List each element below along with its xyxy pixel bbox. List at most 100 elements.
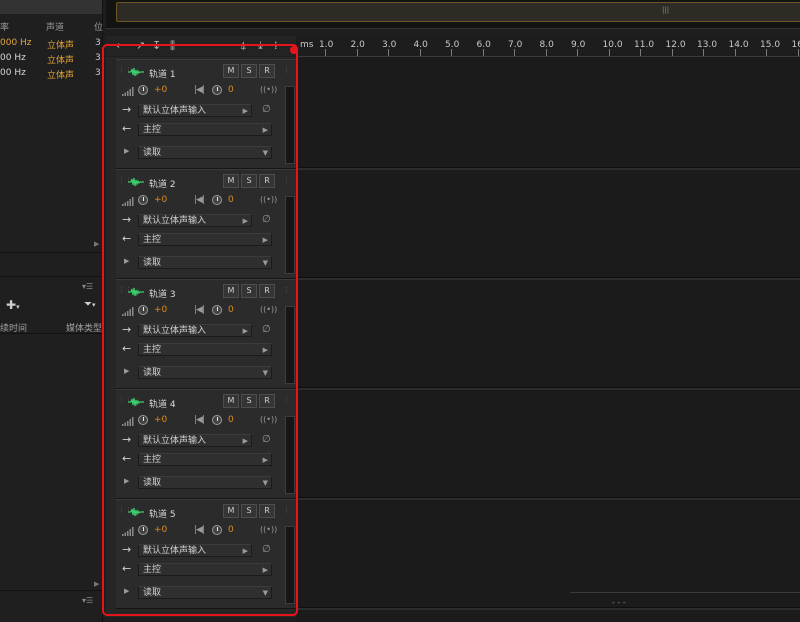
solo-button[interactable]: S — [241, 504, 257, 518]
monitor-icon[interactable]: ((•)) — [260, 195, 277, 204]
volume-knob[interactable] — [138, 305, 148, 315]
bars-icon[interactable]: ⁞ — [274, 39, 278, 52]
input-dropdown[interactable]: 默认立体声输入 ▶ — [138, 544, 252, 557]
panel-menu-icon[interactable]: ▾☰ — [82, 596, 93, 605]
pan-knob[interactable] — [212, 525, 222, 535]
input-arrow-icon[interactable]: ⟵ — [116, 39, 132, 52]
zoom-out-icon[interactable]: ⍋ — [240, 39, 247, 53]
pan-knob[interactable] — [212, 85, 222, 95]
timeline-area[interactable] — [296, 57, 800, 622]
track-menu-icon[interactable]: ⋮ — [283, 286, 290, 294]
track-header[interactable]: ⋮⋮ 轨道 4 M S R ⋮ +0 |◀| 0 ((•)) → 默认立体声输入 ▶ ∅ ← 主控 ▶ ▶ 读取 ▼ — [116, 389, 296, 499]
solo-button[interactable]: S — [241, 394, 257, 408]
header-rate[interactable]: 率 — [0, 20, 9, 33]
solo-button[interactable]: S — [241, 64, 257, 78]
record-button[interactable]: R — [259, 284, 275, 298]
phase-icon[interactable]: ∅ — [262, 544, 271, 555]
phase-icon[interactable]: ∅ — [262, 434, 271, 445]
output-dropdown[interactable]: 主控 ▶ — [138, 233, 272, 246]
mute-button[interactable]: M — [223, 174, 239, 188]
mute-button[interactable]: M — [223, 64, 239, 78]
monitor-icon[interactable]: ((•)) — [260, 305, 277, 314]
track-name[interactable]: 轨道 1 — [149, 67, 176, 80]
monitor-icon[interactable]: ((•)) — [260, 525, 277, 534]
panel-menu-icon[interactable]: ▾☰ — [82, 282, 93, 291]
fx-icon[interactable]: ↧ — [152, 39, 161, 52]
track-header[interactable]: ⋮⋮ 轨道 3 M S R ⋮ +0 |◀| 0 ((•)) → 默认立体声输入 ▶ ∅ ← 主控 ▶ ▶ 读取 ▼ — [116, 279, 296, 389]
pan-value[interactable]: 0 — [228, 85, 234, 95]
file-row[interactable]: 00 Hz 立体声 3 — [0, 51, 102, 66]
mute-button[interactable]: M — [223, 504, 239, 518]
overview-scroll-handle[interactable] — [116, 2, 800, 22]
download-icon[interactable]: ⤓ — [258, 39, 263, 53]
output-dropdown[interactable]: 主控 ▶ — [138, 563, 272, 576]
pan-knob[interactable] — [212, 415, 222, 425]
add-icon[interactable]: ✚▾ — [6, 298, 20, 312]
pan-knob[interactable] — [212, 305, 222, 315]
output-dropdown[interactable]: 主控 ▶ — [138, 123, 272, 136]
header-duration[interactable]: 续时间 — [0, 321, 27, 334]
scroll-indicator[interactable]: - - - — [612, 598, 626, 607]
volume-knob[interactable] — [138, 195, 148, 205]
input-dropdown[interactable]: 默认立体声输入 ▶ — [138, 214, 252, 227]
expand-icon[interactable]: ▶ — [124, 257, 129, 265]
file-row[interactable]: 00 Hz 立体声 3 — [0, 66, 102, 81]
pan-value[interactable]: 0 — [228, 305, 234, 315]
record-button[interactable]: R — [259, 394, 275, 408]
monitor-icon[interactable]: ((•)) — [260, 85, 277, 94]
track-name[interactable]: 轨道 3 — [149, 287, 176, 300]
expand-icon[interactable]: ▶ — [124, 367, 129, 375]
track-name[interactable]: 轨道 2 — [149, 177, 176, 190]
phase-icon[interactable]: ∅ — [262, 324, 271, 335]
funnel-icon[interactable]: ⏷▾ — [84, 299, 96, 310]
volume-value[interactable]: +0 — [154, 195, 167, 205]
send-icon[interactable]: ↗ — [136, 39, 145, 52]
mute-button[interactable]: M — [223, 284, 239, 298]
file-row[interactable]: 000 Hz 立体声 3 — [0, 36, 102, 51]
track-header[interactable]: ⋮⋮ 轨道 2 M S R ⋮ +0 |◀| 0 ((•)) → 默认立体声输入 ▶ ∅ ← 主控 ▶ ▶ 读取 ▼ — [116, 169, 296, 279]
pan-value[interactable]: 0 — [228, 415, 234, 425]
record-button[interactable]: R — [259, 64, 275, 78]
record-button[interactable]: R — [259, 174, 275, 188]
input-dropdown[interactable]: 默认立体声输入 ▶ — [138, 104, 252, 117]
expand-icon[interactable]: ▶ — [124, 587, 129, 595]
volume-value[interactable]: +0 — [154, 85, 167, 95]
header-channels[interactable]: 声道 — [46, 20, 64, 33]
solo-button[interactable]: S — [241, 284, 257, 298]
track-menu-icon[interactable]: ⋮ — [283, 66, 290, 74]
record-button[interactable]: R — [259, 504, 275, 518]
phase-icon[interactable]: ∅ — [262, 104, 271, 115]
track-name[interactable]: 轨道 4 — [149, 397, 176, 410]
header-bit[interactable]: 位 — [94, 20, 103, 33]
volume-value[interactable]: +0 — [154, 525, 167, 535]
volume-knob[interactable] — [138, 85, 148, 95]
pan-value[interactable]: 0 — [228, 195, 234, 205]
volume-knob[interactable] — [138, 415, 148, 425]
automation-dropdown[interactable]: 读取 ▼ — [138, 586, 272, 599]
automation-dropdown[interactable]: 读取 ▼ — [138, 256, 272, 269]
header-media-type[interactable]: 媒体类型 — [66, 321, 102, 334]
volume-value[interactable]: +0 — [154, 305, 167, 315]
track-menu-icon[interactable]: ⋮ — [283, 176, 290, 184]
expand-icon[interactable]: ▶ — [124, 147, 129, 155]
expand-icon[interactable]: ▶ — [124, 477, 129, 485]
track-menu-icon[interactable]: ⋮ — [283, 506, 290, 514]
track-name[interactable]: 轨道 5 — [149, 507, 176, 520]
scroll-right-icon[interactable]: ▶ — [94, 240, 99, 248]
track-menu-icon[interactable]: ⋮ — [283, 396, 290, 404]
input-dropdown[interactable]: 默认立体声输入 ▶ — [138, 324, 252, 337]
output-dropdown[interactable]: 主控 ▶ — [138, 453, 272, 466]
monitor-icon[interactable]: ((•)) — [260, 415, 277, 424]
pan-value[interactable]: 0 — [228, 525, 234, 535]
phase-icon[interactable]: ∅ — [262, 214, 271, 225]
solo-button[interactable]: S — [241, 174, 257, 188]
automation-dropdown[interactable]: 读取 ▼ — [138, 146, 272, 159]
playhead-marker[interactable] — [290, 46, 298, 54]
time-ruler[interactable]: ms 1.0 2.0 3.0 4.0 5.0 6.0 7.0 8.0 9.0 10.0 11.0 12… — [296, 36, 800, 57]
track-header[interactable]: ⋮⋮ 轨道 1 M S R ⋮ +0 |◀| 0 ((•)) → 默认立体声输入 ▶ ∅ ← 主控 ▶ ▶ 读取 ▼ — [116, 59, 296, 169]
grip-icon[interactable]: ||| — [662, 6, 669, 14]
track-header[interactable]: ⋮⋮ 轨道 5 M S R ⋮ +0 |◀| 0 ((•)) → 默认立体声输入 ▶ ∅ ← 主控 ▶ ▶ 读取 ▼ — [116, 499, 296, 609]
input-dropdown[interactable]: 默认立体声输入 ▶ — [138, 434, 252, 447]
mute-button[interactable]: M — [223, 394, 239, 408]
eq-icon[interactable]: ⫼ — [170, 39, 175, 53]
